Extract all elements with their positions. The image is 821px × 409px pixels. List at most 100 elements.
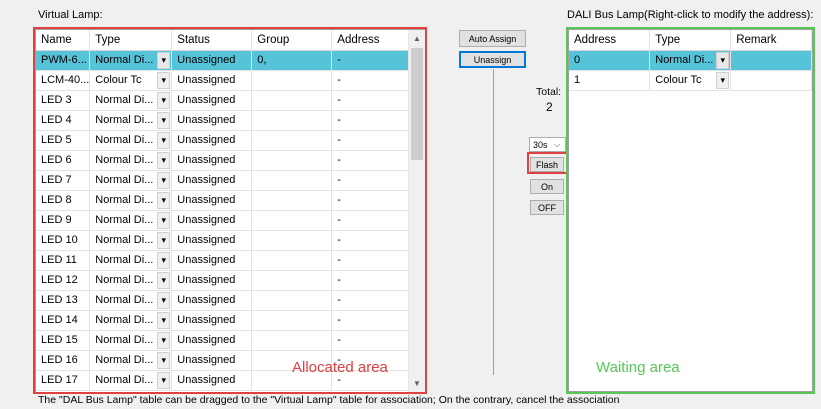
type-select[interactable]: Normal Di... ▾ (90, 231, 171, 250)
virtual-lamp-table[interactable]: Name Type Status Group Address PWM-6... N… (35, 29, 426, 393)
type-select[interactable]: Normal Di... ▾ (90, 211, 171, 230)
auto-assign-button[interactable]: Auto Assign (459, 30, 526, 47)
table-row[interactable]: LED 7 Normal Di... ▾ Unassigned - (36, 170, 413, 191)
dropdown-arrow-icon[interactable]: ▾ (157, 51, 171, 69)
type-cell[interactable]: Normal Di... ▾ (89, 230, 173, 251)
type-select[interactable]: Normal Di... ▾ (650, 51, 730, 70)
type-value: Normal Di... (95, 274, 154, 286)
type-cell[interactable]: Normal Di... ▾ (89, 50, 173, 71)
flash-button[interactable]: Flash (530, 157, 564, 172)
dropdown-arrow-icon[interactable]: ▾ (157, 371, 171, 389)
duration-select[interactable]: 30s ⌵ (529, 137, 566, 152)
table-row[interactable]: LED 6 Normal Di... ▾ Unassigned - (36, 150, 413, 171)
status-cell: Unassigned (171, 130, 253, 151)
table-row[interactable]: LCM-40... Colour Tc ▾ Unassigned - (36, 70, 413, 91)
table-row[interactable]: PWM-6... Normal Di... ▾ Unassigned 0, - (36, 50, 413, 71)
virtual-lamp-label: Virtual Lamp: (38, 9, 103, 21)
type-cell[interactable]: Normal Di... ▾ (89, 130, 173, 151)
dropdown-arrow-icon[interactable]: ▾ (716, 71, 730, 89)
group-cell (251, 110, 333, 131)
type-select[interactable]: Colour Tc ▾ (650, 71, 730, 90)
type-cell[interactable]: Normal Di... ▾ (89, 350, 173, 371)
type-cell[interactable]: Normal Di... ▾ (89, 190, 173, 211)
scroll-down-icon[interactable]: ▼ (409, 375, 425, 392)
table-row[interactable]: LED 9 Normal Di... ▾ Unassigned - (36, 210, 413, 231)
type-select[interactable]: Normal Di... ▾ (90, 271, 171, 290)
type-cell[interactable]: Colour Tc ▾ (89, 70, 173, 91)
scroll-up-icon[interactable]: ▲ (409, 30, 425, 47)
type-cell[interactable]: Normal Di... ▾ (89, 370, 173, 391)
col-address[interactable]: Address (569, 30, 651, 51)
dropdown-arrow-icon[interactable]: ▾ (157, 291, 171, 309)
virtual-lamp-scrollbar[interactable]: ▲ ▼ (408, 30, 425, 392)
dali-bus-lamp-table[interactable]: Address Type Remark 0 Normal Di... ▾ 1 Colou… (568, 29, 813, 392)
type-select[interactable]: Normal Di... ▾ (90, 251, 171, 270)
scroll-thumb[interactable] (411, 48, 423, 160)
table-row[interactable]: LED 8 Normal Di... ▾ Unassigned - (36, 190, 413, 211)
dropdown-arrow-icon[interactable]: ▾ (157, 251, 171, 269)
type-select[interactable]: Normal Di... ▾ (90, 371, 171, 390)
type-select[interactable]: Normal Di... ▾ (90, 171, 171, 190)
dropdown-arrow-icon[interactable]: ▾ (157, 111, 171, 129)
dropdown-arrow-icon[interactable]: ▾ (716, 51, 730, 69)
type-select[interactable]: Normal Di... ▾ (90, 311, 171, 330)
table-row[interactable]: LED 12 Normal Di... ▾ Unassigned - (36, 270, 413, 291)
table-row[interactable]: LED 15 Normal Di... ▾ Unassigned - (36, 330, 413, 351)
dropdown-arrow-icon[interactable]: ▾ (157, 231, 171, 249)
type-cell[interactable]: Normal Di... ▾ (89, 170, 173, 191)
type-select[interactable]: Normal Di... ▾ (90, 351, 171, 370)
dropdown-arrow-icon[interactable]: ▾ (157, 171, 171, 189)
col-type[interactable]: Type (649, 30, 732, 51)
type-select[interactable]: Normal Di... ▾ (90, 291, 171, 310)
type-cell[interactable]: Normal Di... ▾ (89, 310, 173, 331)
table-row[interactable]: LED 11 Normal Di... ▾ Unassigned - (36, 250, 413, 271)
col-group[interactable]: Group (251, 30, 333, 51)
table-row[interactable]: LED 13 Normal Di... ▾ Unassigned - (36, 290, 413, 311)
dropdown-arrow-icon[interactable]: ▾ (157, 211, 171, 229)
table-row[interactable]: LED 3 Normal Di... ▾ Unassigned - (36, 90, 413, 111)
dropdown-arrow-icon[interactable]: ▾ (157, 151, 171, 169)
table-row[interactable]: LED 10 Normal Di... ▾ Unassigned - (36, 230, 413, 251)
dropdown-arrow-icon[interactable]: ▾ (157, 331, 171, 349)
type-select[interactable]: Normal Di... ▾ (90, 131, 171, 150)
type-select[interactable]: Normal Di... ▾ (90, 191, 171, 210)
type-cell[interactable]: Normal Di... ▾ (89, 150, 173, 171)
dropdown-arrow-icon[interactable]: ▾ (157, 91, 171, 109)
type-cell[interactable]: Normal Di... ▾ (89, 330, 173, 351)
type-select[interactable]: Colour Tc ▾ (90, 71, 171, 90)
col-remark[interactable]: Remark (730, 30, 812, 51)
type-cell[interactable]: Normal Di... ▾ (89, 290, 173, 311)
table-row[interactable]: LED 14 Normal Di... ▾ Unassigned - (36, 310, 413, 331)
col-address[interactable]: Address (331, 30, 413, 51)
table-row[interactable]: 1 Colour Tc ▾ (569, 70, 812, 91)
type-cell[interactable]: Normal Di... ▾ (89, 270, 173, 291)
col-type[interactable]: Type (89, 30, 173, 51)
dropdown-arrow-icon[interactable]: ▾ (157, 191, 171, 209)
type-cell[interactable]: Normal Di... ▾ (89, 210, 173, 231)
dropdown-arrow-icon[interactable]: ▾ (157, 311, 171, 329)
col-name[interactable]: Name (36, 30, 91, 51)
table-row[interactable]: LED 4 Normal Di... ▾ Unassigned - (36, 110, 413, 131)
dropdown-arrow-icon[interactable]: ▾ (157, 271, 171, 289)
dropdown-arrow-icon[interactable]: ▾ (157, 131, 171, 149)
off-button[interactable]: OFF (530, 200, 564, 215)
dropdown-arrow-icon[interactable]: ▾ (157, 71, 171, 89)
col-status[interactable]: Status (171, 30, 253, 51)
remark-cell[interactable] (730, 70, 812, 91)
type-cell[interactable]: Normal Di... ▾ (89, 90, 173, 111)
type-select[interactable]: Normal Di... ▾ (90, 331, 171, 350)
type-select[interactable]: Normal Di... ▾ (90, 91, 171, 110)
type-cell[interactable]: Normal Di... ▾ (649, 50, 732, 71)
unassign-button[interactable]: Unassign (459, 51, 526, 68)
type-cell[interactable]: Normal Di... ▾ (89, 110, 173, 131)
on-button[interactable]: On (530, 179, 564, 194)
type-select[interactable]: Normal Di... ▾ (90, 111, 171, 130)
type-cell[interactable]: Colour Tc ▾ (649, 70, 732, 91)
table-row[interactable]: LED 5 Normal Di... ▾ Unassigned - (36, 130, 413, 151)
type-select[interactable]: Normal Di... ▾ (90, 51, 171, 70)
remark-cell[interactable] (730, 50, 812, 71)
type-cell[interactable]: Normal Di... ▾ (89, 250, 173, 271)
table-row[interactable]: 0 Normal Di... ▾ (569, 50, 812, 71)
type-select[interactable]: Normal Di... ▾ (90, 151, 171, 170)
dropdown-arrow-icon[interactable]: ▾ (157, 351, 171, 369)
